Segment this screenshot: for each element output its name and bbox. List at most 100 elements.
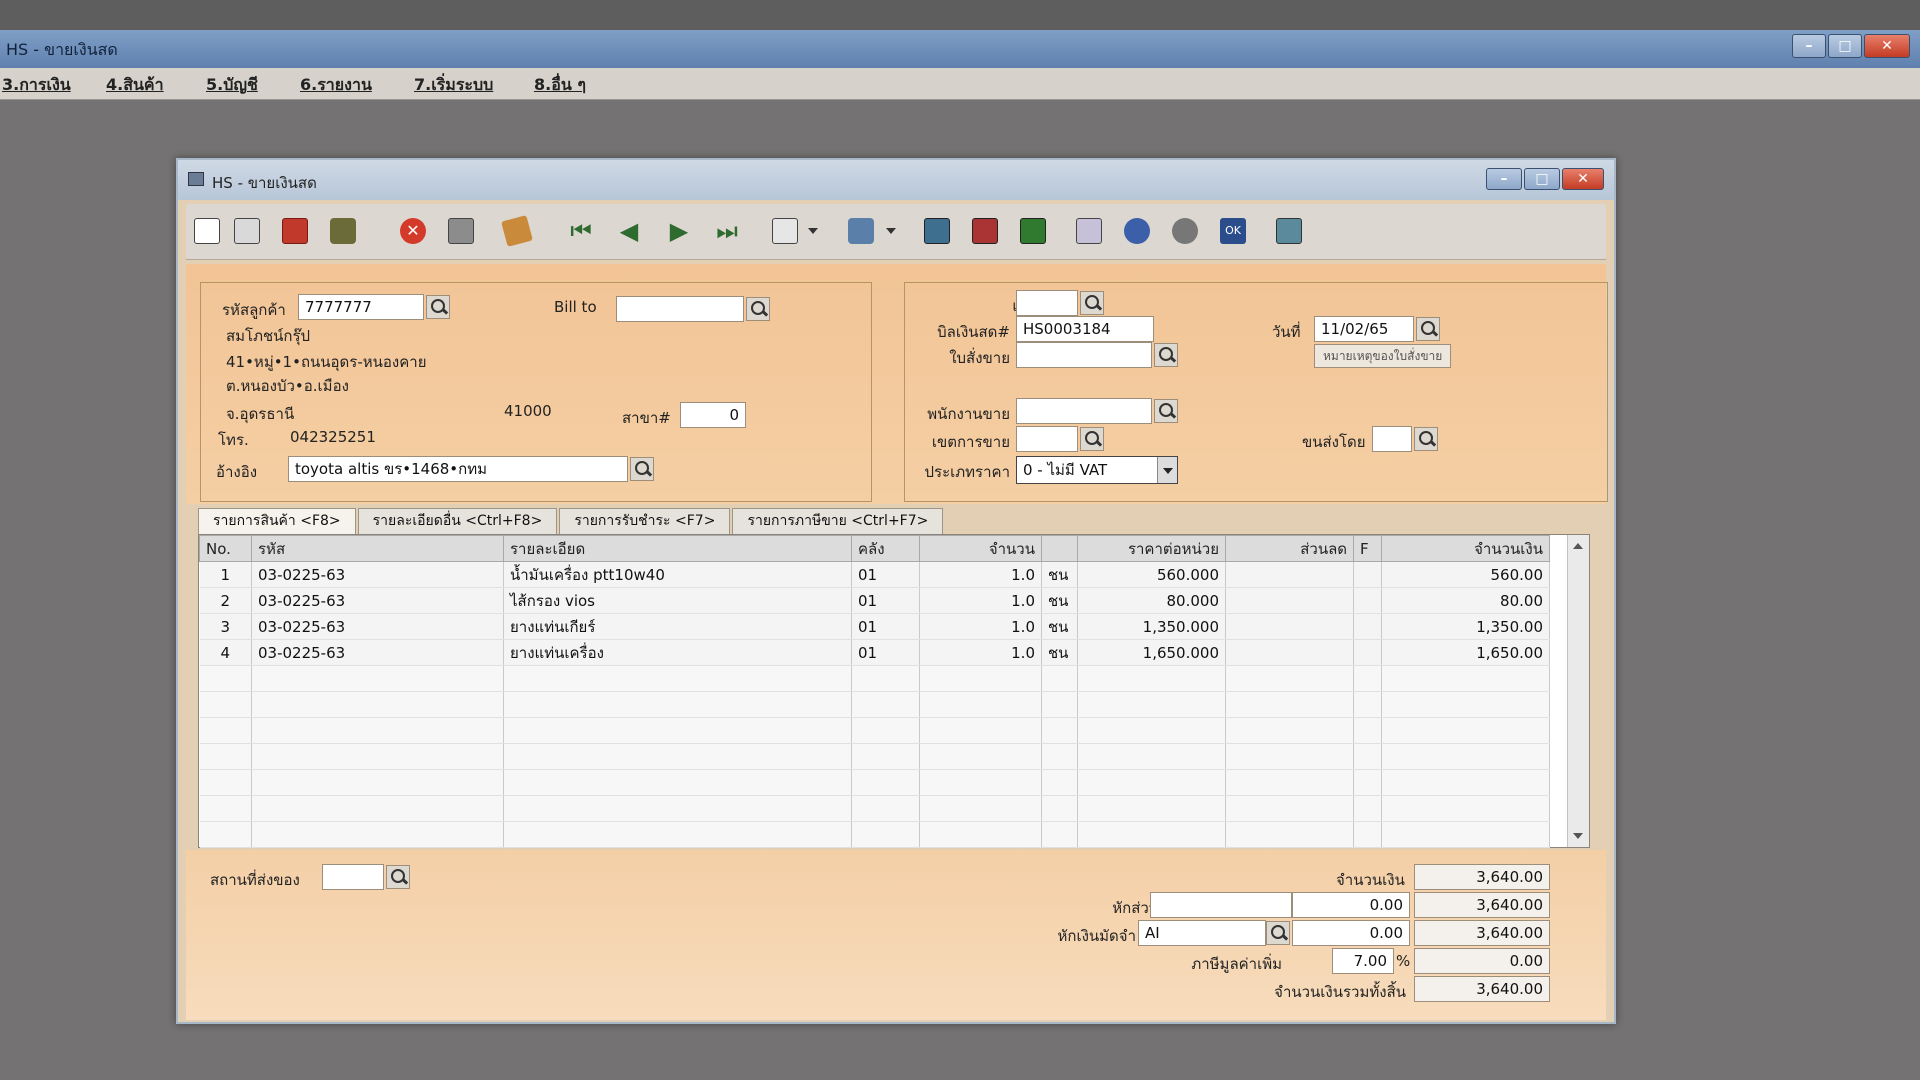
void-icon[interactable] xyxy=(278,214,312,248)
sales-order-note-button[interactable]: หมายเหตุของใบสั่งขาย xyxy=(1314,344,1452,368)
tab-items[interactable]: รายการสินค้า <F8> xyxy=(198,508,356,536)
tab-payments[interactable]: รายการรับชำระ <F7> xyxy=(559,508,731,534)
col-description[interactable]: รายละเอียด xyxy=(503,535,852,562)
ship-by-search-icon[interactable] xyxy=(1414,427,1438,451)
table-row[interactable]: 2 03-0225-63 ไส้กรอง vios 01 1.0 ชน 80.0… xyxy=(199,587,1550,614)
grid-scrollbar[interactable] xyxy=(1567,535,1589,847)
ok-icon[interactable]: OK xyxy=(1216,214,1250,248)
export-icon[interactable] xyxy=(1272,214,1306,248)
cell-warehouse[interactable]: 01 xyxy=(851,587,920,614)
search-dropdown-icon[interactable] xyxy=(808,228,818,234)
cell-unit-price[interactable]: 80.000 xyxy=(1077,587,1226,614)
cell-description[interactable]: น้ำมันเครื่อง ptt10w40 xyxy=(503,561,852,588)
table-row[interactable]: 3 03-0225-63 ยางแท่นเกียร์ 01 1.0 ชน 1,3… xyxy=(199,613,1550,640)
empty-row[interactable] xyxy=(199,691,1550,718)
window-minimize-button[interactable]: – xyxy=(1486,168,1522,190)
delete-icon[interactable] xyxy=(326,214,360,248)
reference-input[interactable]: toyota altis ขร•1468•กทม xyxy=(288,456,628,482)
ship-place-input[interactable] xyxy=(322,864,384,890)
bill-to-input[interactable] xyxy=(616,296,744,322)
col-flag[interactable]: F xyxy=(1353,535,1382,562)
tab-other-details[interactable]: รายละเอียดอื่น <Ctrl+F8> xyxy=(357,508,558,534)
sales-area-input[interactable] xyxy=(1016,426,1078,452)
discount-input[interactable]: 0.00 xyxy=(1292,892,1410,918)
layout-icon[interactable] xyxy=(1072,214,1106,248)
col-amount[interactable]: จำนวนเงิน xyxy=(1381,535,1550,562)
window-close-button[interactable]: ✕ xyxy=(1562,168,1604,190)
cell-description[interactable]: ยางแท่นเครื่อง xyxy=(503,639,852,666)
vat-rate-input[interactable]: 7.00 xyxy=(1332,948,1394,974)
search-icon[interactable] xyxy=(768,214,802,248)
col-discount[interactable]: ส่วนลด xyxy=(1225,535,1354,562)
ship-by-input[interactable] xyxy=(1372,426,1412,452)
date-picker-icon[interactable] xyxy=(1416,317,1440,341)
cancel-icon[interactable]: ✕ xyxy=(396,214,430,248)
calc-icon[interactable] xyxy=(920,214,954,248)
cell-code[interactable]: 03-0225-63 xyxy=(251,639,504,666)
col-warehouse[interactable]: คลัง xyxy=(851,535,920,562)
cell-warehouse[interactable]: 01 xyxy=(851,639,920,666)
table-row[interactable]: 4 03-0225-63 ยางแท่นเครื่อง 01 1.0 ชน 1,… xyxy=(199,639,1550,666)
app-minimize-button[interactable]: – xyxy=(1792,34,1826,58)
empty-row[interactable] xyxy=(199,795,1550,822)
window-maximize-button[interactable]: □ xyxy=(1524,168,1560,190)
tools-icon[interactable] xyxy=(1168,214,1202,248)
save-icon[interactable] xyxy=(444,214,478,248)
salesman-input[interactable] xyxy=(1016,398,1152,424)
menu-accounts[interactable]: 5.บัญชี xyxy=(206,73,258,98)
cell-quantity[interactable]: 1.0 xyxy=(919,639,1042,666)
menu-finance[interactable]: 3.การเงิน xyxy=(2,73,71,98)
deposit-input[interactable]: 0.00 xyxy=(1292,920,1410,946)
cell-unit-price[interactable]: 560.000 xyxy=(1077,561,1226,588)
ship-place-search-icon[interactable] xyxy=(386,865,410,889)
empty-row[interactable] xyxy=(199,769,1550,796)
scroll-down-icon[interactable] xyxy=(1573,833,1583,839)
print-dropdown-icon[interactable] xyxy=(886,228,896,234)
sales-order-input[interactable] xyxy=(1016,342,1152,368)
last-record-icon[interactable]: ⏭ xyxy=(710,214,744,248)
cell-code[interactable]: 03-0225-63 xyxy=(251,587,504,614)
prev-record-icon[interactable]: ◀ xyxy=(612,214,646,248)
cell-unit-price[interactable]: 1,350.000 xyxy=(1077,613,1226,640)
cell-unit-price[interactable]: 1,650.000 xyxy=(1077,639,1226,666)
cell-quantity[interactable]: 1.0 xyxy=(919,613,1042,640)
discount-text-input[interactable] xyxy=(1150,892,1292,918)
empty-row[interactable] xyxy=(199,717,1550,744)
cell-discount[interactable] xyxy=(1225,639,1354,666)
cell-code[interactable]: 03-0225-63 xyxy=(251,613,504,640)
chevron-down-icon[interactable] xyxy=(1157,457,1177,483)
cell-code[interactable]: 03-0225-63 xyxy=(251,561,504,588)
bill-to-search-icon[interactable] xyxy=(746,297,770,321)
form-icon[interactable] xyxy=(968,214,1002,248)
sales-area-search-icon[interactable] xyxy=(1080,427,1104,451)
col-unit[interactable] xyxy=(1041,535,1078,562)
tab-sales-tax[interactable]: รายการภาษีขาย <Ctrl+F7> xyxy=(732,508,944,534)
department-search-icon[interactable] xyxy=(1080,291,1104,315)
copy-icon[interactable] xyxy=(500,214,534,248)
invoice-number-input[interactable]: HS0003184 xyxy=(1016,316,1154,342)
cash-icon[interactable] xyxy=(1016,214,1050,248)
date-input[interactable]: 11/02/65 xyxy=(1314,316,1414,342)
deposit-code-input[interactable]: AI xyxy=(1138,920,1266,946)
col-code[interactable]: รหัส xyxy=(251,535,504,562)
next-record-icon[interactable]: ▶ xyxy=(662,214,696,248)
approve-icon[interactable] xyxy=(1120,214,1154,248)
table-row[interactable]: 1 03-0225-63 น้ำมันเครื่อง ptt10w40 01 1… xyxy=(199,561,1550,588)
col-quantity[interactable]: จำนวน xyxy=(919,535,1042,562)
price-type-select[interactable]: 0 - ไม่มี VAT xyxy=(1016,456,1178,484)
scroll-up-icon[interactable] xyxy=(1573,543,1583,549)
menu-other[interactable]: 8.อื่น ๆ xyxy=(534,73,586,98)
customer-code-input[interactable]: 7777777 xyxy=(298,294,424,320)
cell-quantity[interactable]: 1.0 xyxy=(919,587,1042,614)
app-close-button[interactable]: ✕ xyxy=(1864,34,1910,58)
menu-setup[interactable]: 7.เริ่มระบบ xyxy=(414,73,493,98)
edit-icon[interactable] xyxy=(230,214,264,248)
menu-products[interactable]: 4.สินค้า xyxy=(106,73,164,98)
cell-quantity[interactable]: 1.0 xyxy=(919,561,1042,588)
cell-description[interactable]: ยางแท่นเกียร์ xyxy=(503,613,852,640)
branch-input[interactable]: 0 xyxy=(680,402,746,428)
cell-discount[interactable] xyxy=(1225,561,1354,588)
deposit-search-icon[interactable] xyxy=(1266,921,1290,945)
col-no[interactable]: No. xyxy=(199,535,252,562)
cell-warehouse[interactable]: 01 xyxy=(851,561,920,588)
